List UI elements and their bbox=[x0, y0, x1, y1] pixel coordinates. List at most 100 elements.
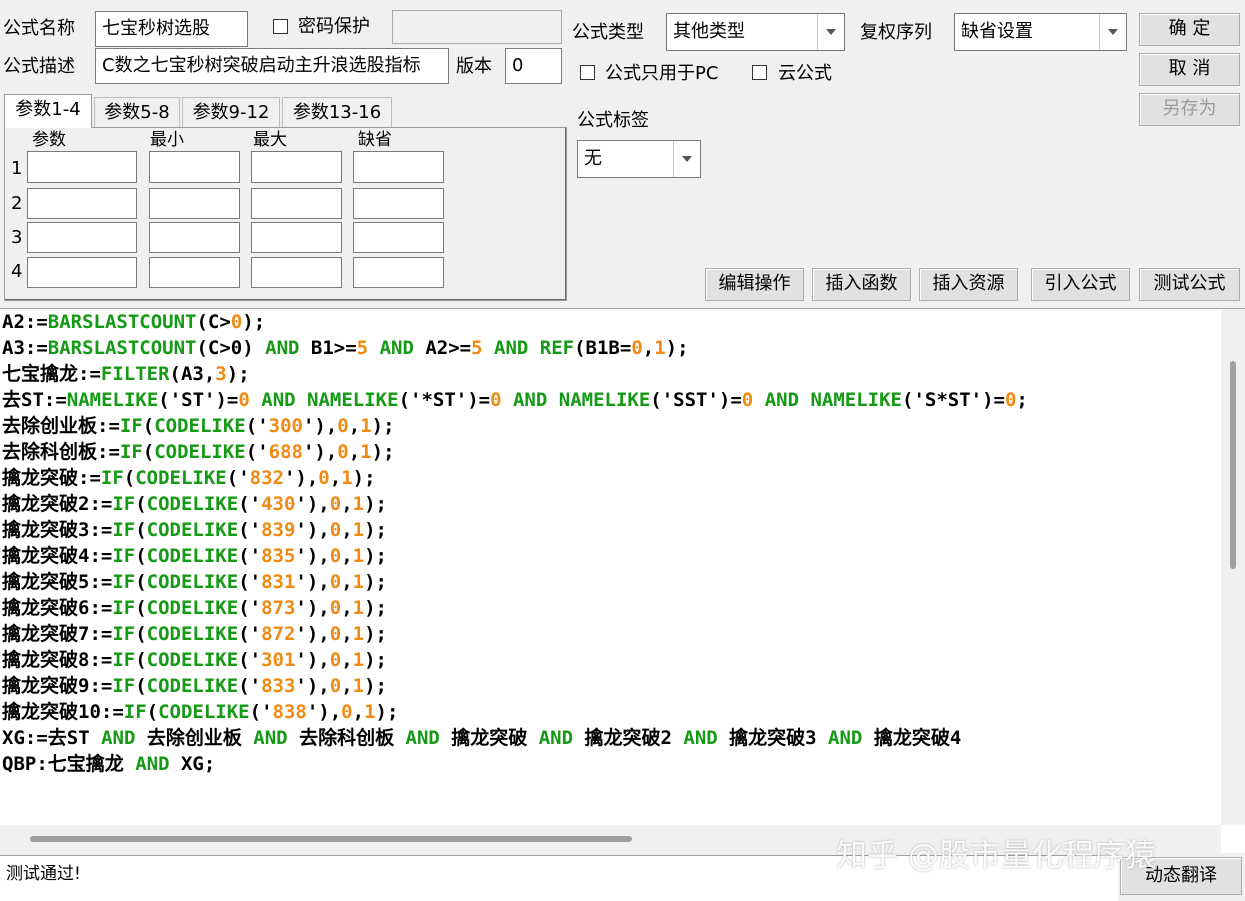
param-3-min-input[interactable] bbox=[149, 222, 240, 253]
param-4-min-input[interactable] bbox=[149, 257, 240, 288]
code-text: ( bbox=[142, 441, 155, 463]
code-text: ( bbox=[135, 597, 147, 619]
vertical-scrollbar-thumb[interactable] bbox=[1230, 361, 1236, 569]
code-text: 擒龙突破2 bbox=[573, 727, 684, 749]
code-text: '), bbox=[306, 701, 342, 723]
code-number: 1 bbox=[654, 337, 666, 359]
code-text: ); bbox=[375, 701, 399, 723]
param-4-name-input[interactable] bbox=[27, 257, 137, 288]
param-1-min-input[interactable] bbox=[149, 151, 240, 183]
test-formula-button[interactable]: 测试公式 bbox=[1139, 268, 1240, 301]
code-number: 0 bbox=[329, 519, 342, 541]
code-keyword: CODELIKE bbox=[146, 623, 239, 645]
insert-function-button[interactable]: 插入函数 bbox=[812, 268, 911, 301]
code-number: 0 bbox=[337, 415, 349, 437]
code-line: 擒龙突破9:=IF(CODELIKE('833'),0,1); bbox=[2, 673, 1028, 699]
code-keyword: CODELIKE bbox=[154, 415, 246, 437]
formula-tag-select[interactable]: 无 bbox=[577, 140, 701, 178]
code-number: 0 bbox=[329, 597, 342, 619]
code-keyword: AND bbox=[101, 727, 136, 749]
tab-params-1-4[interactable]: 参数1-4 bbox=[4, 94, 92, 128]
code-number: 1 bbox=[341, 467, 353, 489]
param-1-name-input[interactable] bbox=[27, 151, 137, 183]
code-text: (' bbox=[238, 597, 262, 619]
code-keyword: NAMELIKE bbox=[558, 389, 651, 411]
param-3-default-input[interactable] bbox=[353, 222, 444, 253]
insert-resource-button[interactable]: 插入资源 bbox=[919, 268, 1018, 301]
chevron-down-icon[interactable] bbox=[1099, 14, 1126, 50]
code-line: 去ST:=NAMELIKE('ST')=0 AND NAMELIKE('*ST'… bbox=[2, 387, 1028, 413]
code-number: 0 bbox=[329, 623, 342, 645]
import-formula-button[interactable]: 引入公式 bbox=[1031, 268, 1130, 301]
code-line: 擒龙突破6:=IF(CODELIKE('873'),0,1); bbox=[2, 595, 1028, 621]
code-text: (B1B= bbox=[574, 337, 632, 359]
code-text: , bbox=[341, 545, 353, 567]
code-text: ( bbox=[135, 571, 147, 593]
param-1-default-input[interactable] bbox=[353, 151, 444, 183]
formula-code-editor[interactable]: A2:=BARSLASTCOUNT(C>0); A3:=BARSLASTCOUNT… bbox=[0, 308, 1245, 853]
code-line: XG:=去ST AND 去除创业板 AND 去除科创板 AND 擒龙突破 AND… bbox=[2, 725, 1028, 751]
version-input[interactable]: 0 bbox=[505, 48, 562, 84]
code-keyword: IF bbox=[112, 545, 136, 567]
param-header-name: 参数 bbox=[32, 130, 66, 150]
param-header-min: 最小 bbox=[150, 130, 184, 150]
tab-params-13-16[interactable]: 参数13-16 bbox=[282, 97, 392, 127]
code-keyword: IF bbox=[123, 701, 147, 723]
param-2-min-input[interactable] bbox=[149, 188, 240, 219]
code-keyword: CODELIKE bbox=[146, 493, 239, 515]
code-text: A2>= bbox=[413, 337, 472, 359]
param-2-default-input[interactable] bbox=[353, 188, 444, 219]
code-keyword: CODELIKE bbox=[154, 441, 246, 463]
cancel-button[interactable]: 取 消 bbox=[1139, 53, 1240, 86]
code-keyword: CODELIKE bbox=[146, 649, 239, 671]
rights-sequence-select[interactable]: 缺省设置 bbox=[954, 13, 1127, 51]
code-text: , bbox=[341, 675, 353, 697]
code-text: (' bbox=[238, 493, 262, 515]
code-text: , bbox=[341, 623, 353, 645]
code-keyword: AND bbox=[764, 389, 800, 411]
code-number: 301 bbox=[261, 649, 296, 671]
code-keyword: AND bbox=[265, 337, 300, 359]
formula-type-select[interactable]: 其他类型 bbox=[666, 13, 845, 51]
tab-params-5-8[interactable]: 参数5-8 bbox=[94, 97, 180, 127]
param-1-max-input[interactable] bbox=[251, 151, 342, 183]
param-3-max-input[interactable] bbox=[251, 222, 342, 253]
param-3-name-input[interactable] bbox=[27, 222, 137, 253]
code-keyword: IF bbox=[100, 467, 124, 489]
code-number: 0 bbox=[230, 311, 243, 333]
code-keyword: IF bbox=[112, 519, 136, 541]
param-2-name-input[interactable] bbox=[27, 188, 137, 219]
code-number: 1 bbox=[352, 675, 365, 697]
formula-name-input[interactable]: 七宝秒树选股 bbox=[95, 11, 248, 47]
code-keyword: IF bbox=[112, 493, 136, 515]
code-keyword: IF bbox=[112, 623, 136, 645]
code-text: A2:= bbox=[2, 311, 48, 333]
password-input[interactable] bbox=[392, 10, 562, 44]
save-as-button[interactable]: 另存为 bbox=[1139, 93, 1240, 126]
code-text: ); bbox=[364, 545, 387, 567]
code-number: 0 bbox=[329, 649, 342, 671]
param-4-max-input[interactable] bbox=[251, 257, 342, 288]
code-keyword: AND bbox=[538, 727, 574, 749]
code-keyword: CODELIKE bbox=[158, 701, 250, 723]
chevron-down-icon[interactable] bbox=[817, 14, 844, 50]
formula-desc-input[interactable]: C数之七宝秒树突破启动主升浪选股指标 bbox=[95, 48, 449, 84]
param-2-max-input[interactable] bbox=[251, 188, 342, 219]
code-number: 0 bbox=[490, 389, 502, 411]
tab-params-9-12[interactable]: 参数9-12 bbox=[182, 97, 280, 127]
ok-button[interactable]: 确 定 bbox=[1139, 13, 1240, 46]
code-text: ( bbox=[135, 493, 147, 515]
code-number: 1 bbox=[352, 571, 365, 593]
code-text: , bbox=[341, 571, 353, 593]
chevron-down-icon[interactable] bbox=[673, 141, 700, 177]
code-line: A3:=BARSLASTCOUNT(C>0) AND B1>=5 AND A2>… bbox=[2, 335, 1028, 361]
pc-only-checkbox[interactable] bbox=[580, 65, 595, 80]
edit-operations-button[interactable]: 编辑操作 bbox=[705, 268, 804, 301]
password-protect-checkbox[interactable] bbox=[273, 19, 288, 34]
horizontal-scrollbar-thumb[interactable] bbox=[30, 836, 632, 842]
param-4-default-input[interactable] bbox=[353, 257, 444, 288]
cloud-formula-checkbox[interactable] bbox=[752, 65, 767, 80]
